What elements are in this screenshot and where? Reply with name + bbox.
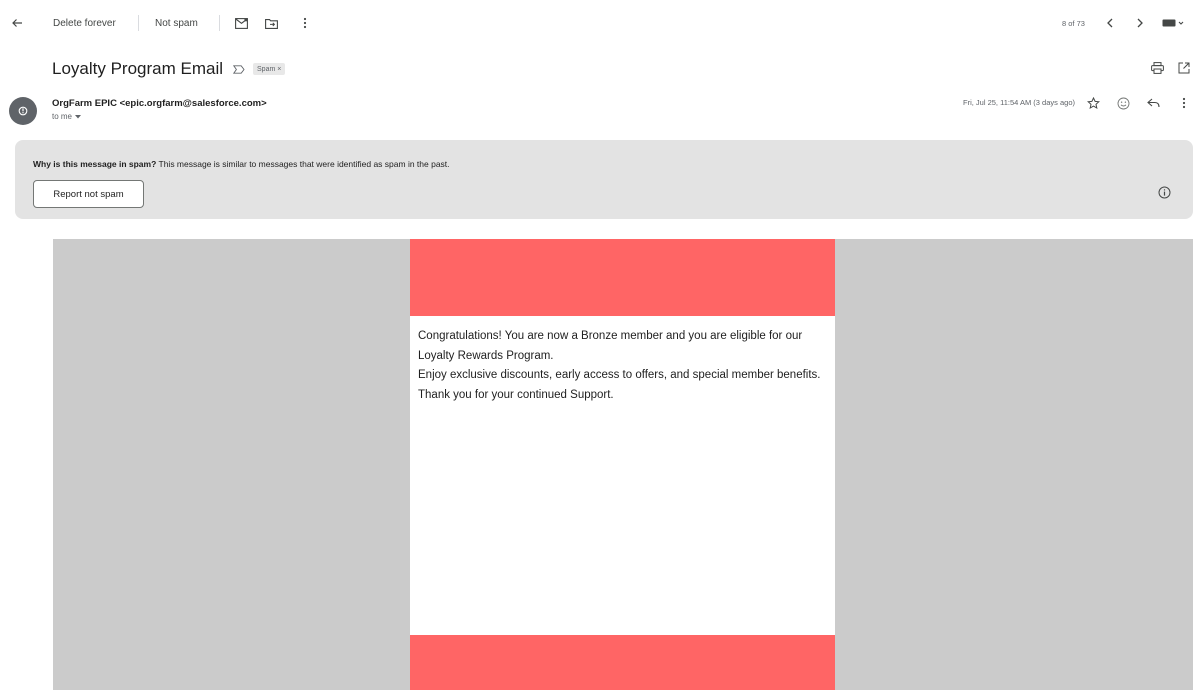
pagination-count: 8 of 73 [1062, 18, 1085, 28]
reply-icon[interactable] [1147, 98, 1160, 108]
more-vert-icon[interactable] [300, 15, 310, 31]
toolbar-divider [219, 15, 220, 31]
keyboard-icon[interactable] [1160, 15, 1186, 31]
envelope-icon[interactable] [233, 15, 249, 31]
email-subject: Loyalty Program Email [52, 59, 224, 78]
email-body-line: Enjoy exclusive discounts, early access … [418, 369, 821, 381]
email-card: Congratulations! You are now a Bronze me… [410, 239, 835, 690]
star-icon[interactable] [1087, 97, 1100, 110]
spam-warning-text: Why is this message in spam? This messag… [33, 159, 450, 169]
not-spam-button[interactable]: Not spam [155, 16, 198, 30]
open-in-new-icon[interactable] [1178, 62, 1190, 74]
email-footer-banner [410, 635, 835, 690]
delete-forever-button[interactable]: Delete forever [53, 16, 116, 30]
spam-label-chip[interactable]: Spam × [253, 63, 286, 75]
recipient-details[interactable]: to me [52, 112, 82, 121]
more-vert-icon[interactable] [1182, 97, 1186, 109]
spam-warning-title: Why is this message in spam? [33, 159, 157, 169]
email-content-area: Congratulations! You are now a Bronze me… [53, 239, 1193, 690]
chevron-left-icon[interactable] [1102, 15, 1118, 31]
label-important-icon[interactable] [233, 64, 245, 74]
arrow-left-icon[interactable] [9, 15, 25, 31]
recipient-label: to me [52, 112, 73, 121]
chevron-down-icon[interactable] [75, 114, 82, 119]
chevron-right-icon[interactable] [1132, 15, 1148, 31]
report-not-spam-button[interactable]: Report not spam [33, 180, 144, 208]
email-body: Congratulations! You are now a Bronze me… [418, 327, 828, 405]
email-body-line: Thank you for your continued Support. [418, 388, 614, 401]
message-toolbar: Delete forever Not spam 8 of 73 [0, 0, 1202, 46]
spam-warning-description: This message is similar to messages that… [156, 159, 450, 169]
message-date: Fri, Jul 25, 11:54 AM (3 days ago) [963, 98, 1075, 107]
email-body-line: Congratulations! You are now a Bronze me… [418, 330, 803, 362]
email-header-banner [410, 239, 835, 316]
sender-avatar[interactable] [9, 97, 37, 125]
subject-row: Loyalty Program Email Spam × [52, 56, 286, 82]
folder-move-icon[interactable] [263, 15, 279, 31]
sender-name[interactable]: OrgFarm EPIC <epic.orgfarm@salesforce.co… [52, 98, 267, 109]
emoji-icon[interactable] [1117, 97, 1130, 110]
spam-warning-banner: Why is this message in spam? This messag… [15, 140, 1193, 219]
print-icon[interactable] [1151, 62, 1164, 74]
info-icon[interactable] [1158, 186, 1171, 199]
toolbar-divider [138, 15, 139, 31]
